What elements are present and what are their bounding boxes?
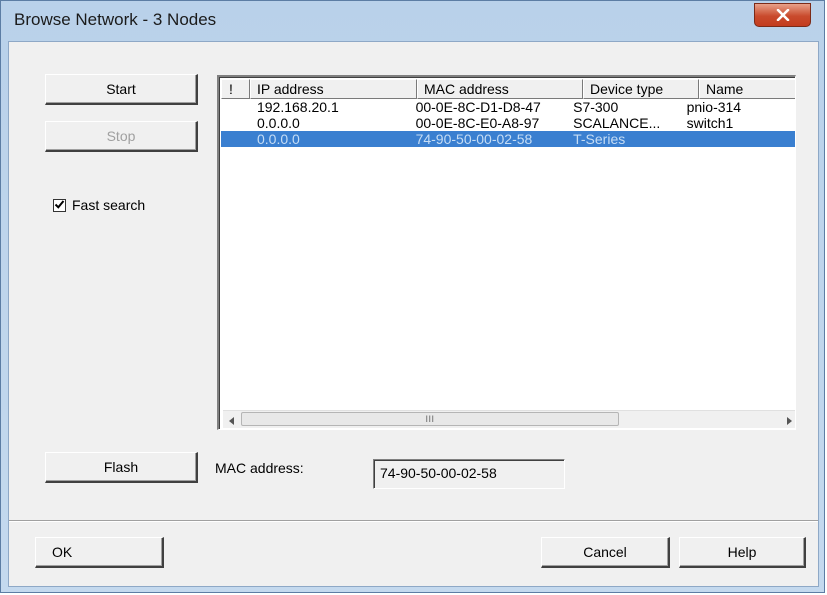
cancel-button[interactable]: Cancel: [541, 537, 670, 568]
horizontal-scrollbar[interactable]: III: [223, 410, 795, 428]
column-header-device-type[interactable]: Device type: [583, 79, 699, 99]
list-rows: 192.168.20.1 00-0E-8C-D1-D8-47 S7-300 pn…: [221, 99, 795, 147]
cell-flag: [221, 115, 249, 131]
column-header-mac-address[interactable]: MAC address: [417, 79, 583, 99]
cell-ip: 192.168.20.1: [256, 99, 339, 115]
cell-device-type: S7-300: [573, 99, 619, 115]
checkmark-icon: [54, 197, 65, 213]
fast-search-checkbox[interactable]: [53, 197, 66, 213]
ok-button[interactable]: OK: [35, 537, 164, 568]
start-button[interactable]: Start: [45, 74, 198, 105]
cell-device-type: T-Series: [573, 131, 626, 147]
cell-name: pnio-314: [686, 99, 742, 115]
title-bar: Browse Network - 3 Nodes: [1, 1, 824, 41]
dialog-window: Browse Network - 3 Nodes Start Stop Fast…: [0, 0, 825, 593]
cell-device-type: SCALANCE...: [573, 115, 661, 131]
list-header: ! IP address MAC address Device type Nam…: [221, 79, 795, 99]
table-row[interactable]: 0.0.0.0 00-0E-8C-E0-A8-97 SCALANCE... sw…: [221, 115, 795, 131]
cell-ip: 0.0.0.0: [256, 115, 300, 131]
cell-name: [681, 131, 795, 147]
stop-button[interactable]: Stop: [45, 121, 198, 152]
arrow-left-icon: [228, 412, 235, 428]
cell-mac: 00-0E-8C-D1-D8-47: [415, 99, 541, 115]
cell-flag: [221, 131, 249, 147]
scroll-thumb-grip: III: [425, 414, 435, 424]
node-list[interactable]: ! IP address MAC address Device type Nam…: [217, 75, 796, 430]
table-row[interactable]: 0.0.0.0 74-90-50-00-02-58 T-Series: [221, 131, 795, 147]
cell-flag: [221, 99, 249, 115]
table-row[interactable]: 192.168.20.1 00-0E-8C-D1-D8-47 S7-300 pn…: [221, 99, 795, 115]
cell-mac: 74-90-50-00-02-58: [415, 131, 533, 147]
window-title: Browse Network - 3 Nodes: [14, 10, 217, 29]
mac-address-field[interactable]: 74-90-50-00-02-58: [373, 459, 565, 489]
dialog-client-area: Start Stop Fast search ! IP address MAC …: [8, 41, 819, 587]
close-button[interactable]: [754, 3, 811, 27]
cell-mac: 00-0E-8C-E0-A8-97: [415, 115, 540, 131]
arrow-right-icon: [786, 412, 792, 428]
scroll-right-button[interactable]: [780, 411, 795, 428]
column-header-ip-address[interactable]: IP address: [250, 79, 417, 99]
cell-ip: 0.0.0.0: [256, 131, 300, 147]
divider: [9, 520, 818, 522]
column-header-flag[interactable]: !: [221, 79, 250, 99]
close-icon: [776, 9, 790, 21]
column-header-name[interactable]: Name: [699, 79, 795, 99]
mac-address-label: MAC address:: [215, 460, 304, 476]
scroll-left-button[interactable]: [223, 411, 240, 428]
fast-search-row[interactable]: Fast search: [53, 197, 145, 213]
fast-search-label: Fast search: [72, 197, 146, 213]
flash-button[interactable]: Flash: [45, 452, 198, 483]
cell-name: switch1: [686, 115, 734, 131]
scroll-thumb[interactable]: III: [241, 412, 619, 426]
help-button[interactable]: Help: [679, 537, 806, 568]
